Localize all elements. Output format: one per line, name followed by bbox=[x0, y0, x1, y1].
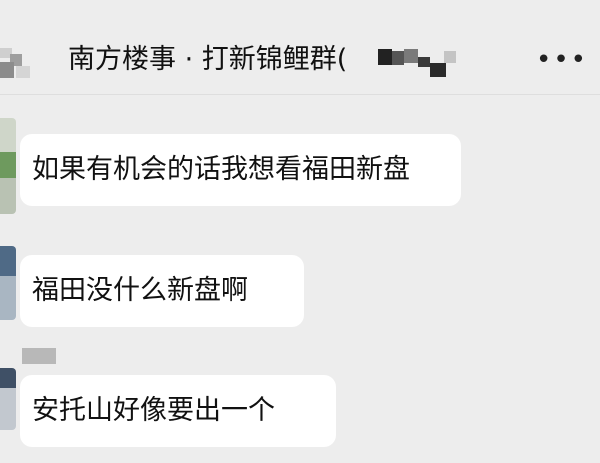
message-text: 福田没什么新盘啊 bbox=[32, 275, 248, 306]
more-icon[interactable]: ••• bbox=[536, 44, 586, 76]
message-bubble: 安托山好像要出一个 bbox=[20, 375, 336, 447]
message-bubble: 福田没什么新盘啊 bbox=[20, 255, 304, 327]
avatar[interactable] bbox=[0, 246, 16, 320]
sender-nickname bbox=[22, 348, 56, 364]
back-icon[interactable] bbox=[0, 48, 40, 82]
message-text: 如果有机会的话我想看福田新盘 bbox=[32, 154, 410, 185]
avatar[interactable] bbox=[0, 118, 16, 214]
avatar[interactable] bbox=[0, 368, 16, 430]
chat-title: 南方楼事 · 打新锦鲤群( bbox=[68, 44, 348, 75]
chat-header: 南方楼事 · 打新锦鲤群( ••• bbox=[0, 0, 600, 95]
message-text: 安托山好像要出一个 bbox=[32, 395, 275, 426]
redacted-name bbox=[378, 45, 460, 81]
message-bubble: 如果有机会的话我想看福田新盘 bbox=[20, 134, 461, 206]
